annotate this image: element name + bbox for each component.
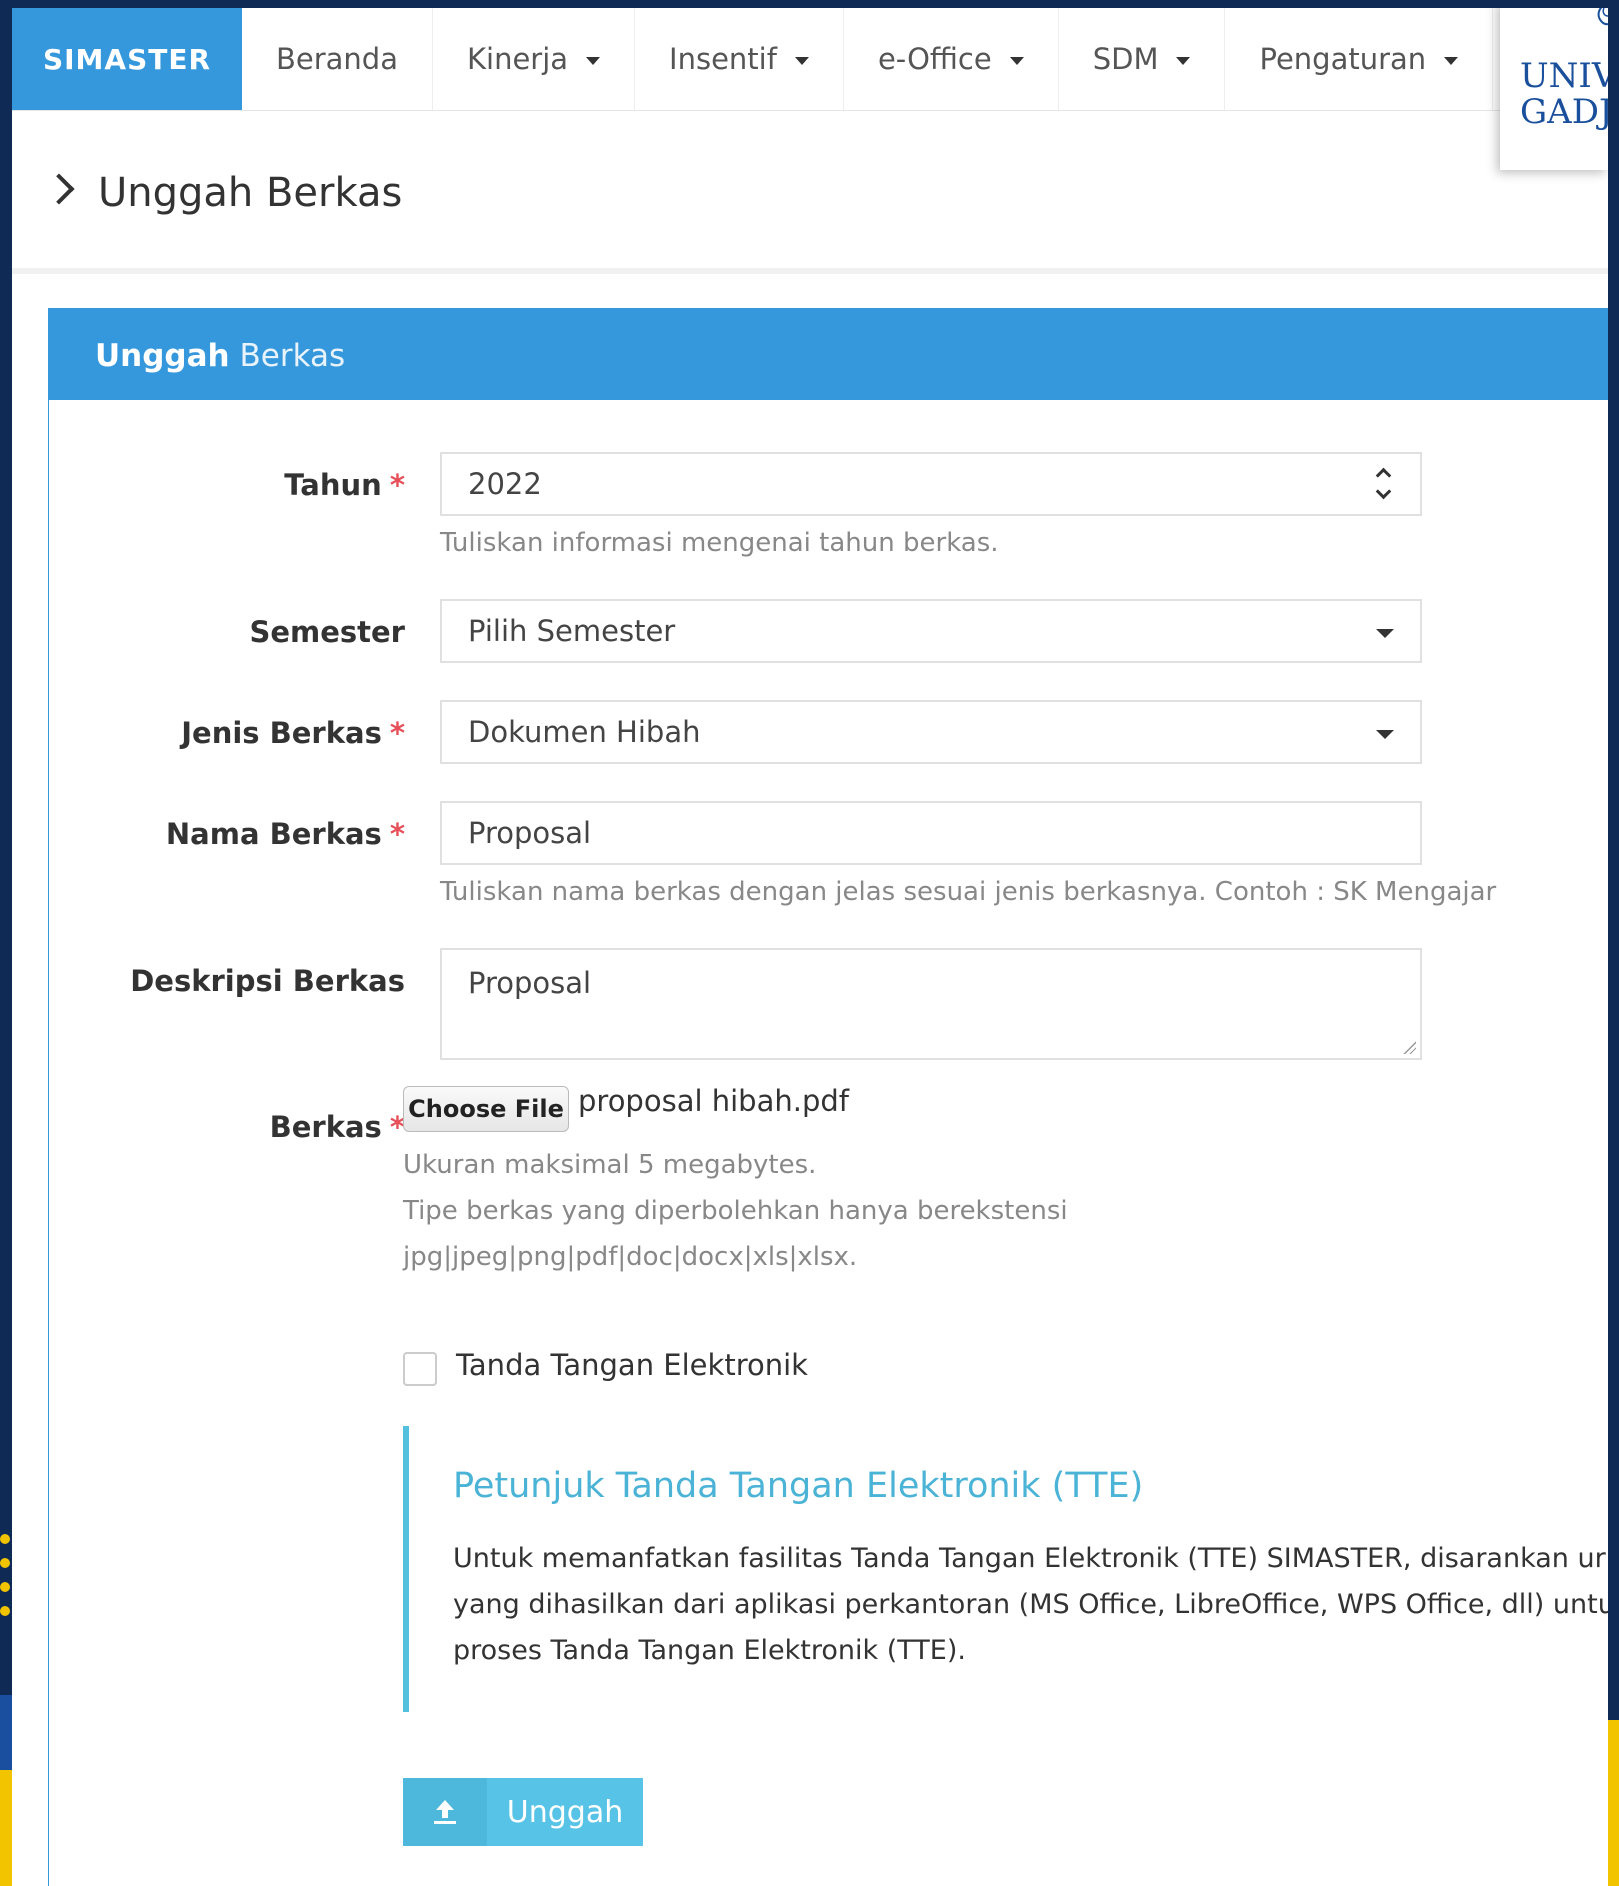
nav-eoffice[interactable]: e-Office [844, 8, 1059, 110]
choose-file-button[interactable]: Choose File [403, 1086, 569, 1132]
brand-logo[interactable]: SIMASTER [12, 8, 242, 110]
caret-down-icon [1376, 730, 1394, 739]
nav-sdm[interactable]: SDM [1059, 8, 1226, 110]
nama-berkas-input[interactable]: Proposal [440, 801, 1422, 865]
caret-down-icon [1176, 57, 1191, 65]
background-dots [0, 1520, 12, 1660]
seal-icon [1597, 8, 1608, 26]
berkas-help-size: Ukuran maksimal 5 megabytes. [403, 1150, 817, 1180]
nama-berkas-help: Tuliskan nama berkas dengan jelas sesuai… [440, 877, 1497, 907]
page-title: Unggah Berkas [98, 170, 403, 216]
nav-kinerja[interactable]: Kinerja [433, 8, 636, 110]
resize-handle-icon[interactable] [1402, 1040, 1416, 1054]
caret-down-icon [1444, 57, 1459, 65]
required-marker: * [389, 468, 405, 502]
portlet-title: Unggah Berkas [95, 338, 346, 374]
caret-down-icon [1376, 629, 1394, 638]
jenis-berkas-label: Jenis Berkas * [181, 716, 405, 750]
berkas-help-extensions: jpg|jpeg|png|pdf|doc|docx|xls|xlsx. [403, 1242, 858, 1272]
upload-icon [403, 1778, 487, 1846]
deskripsi-berkas-textarea[interactable]: Proposal [440, 948, 1422, 1060]
tahun-help: Tuliskan informasi mengenai tahun berkas… [440, 528, 999, 558]
nama-berkas-label: Nama Berkas * [165, 817, 405, 851]
chevron-right-icon [43, 173, 75, 205]
nav-pengaturan[interactable]: Pengaturan [1225, 8, 1494, 110]
caret-down-icon [794, 57, 809, 65]
logo-text: UNIV GADJ [1520, 56, 1608, 132]
page-header: Unggah Berkas [12, 110, 1608, 274]
caret-down-icon [586, 57, 601, 65]
selected-file-name: proposal hibah.pdf [578, 1084, 849, 1118]
note-body: Untuk memanfatkan fasilitas Tanda Tangan… [453, 1543, 1608, 1666]
tahun-label: Tahun * [284, 468, 405, 502]
required-marker: * [389, 817, 405, 851]
tte-note: Petunjuk Tanda Tangan Elektronik (TTE) U… [403, 1426, 1608, 1712]
app-window: SIMASTER Beranda Kinerja Insentif e-Offi… [12, 8, 1608, 1886]
required-marker: * [389, 716, 405, 750]
caret-down-icon [1009, 57, 1024, 65]
nav-insentif[interactable]: Insentif [635, 8, 844, 110]
deskripsi-berkas-label: Deskripsi Berkas [130, 964, 405, 998]
jenis-berkas-select[interactable]: Dokumen Hibah [440, 700, 1422, 764]
portlet-header: Unggah Berkas [49, 308, 1608, 400]
semester-select[interactable]: Pilih Semester [440, 599, 1422, 663]
top-navbar: SIMASTER Beranda Kinerja Insentif e-Offi… [12, 8, 1608, 111]
tte-checkbox[interactable] [403, 1352, 437, 1386]
university-logo: UNIV GADJ [1500, 8, 1608, 170]
berkas-label: Berkas * [269, 1110, 405, 1144]
upload-button-label: Unggah [506, 1794, 624, 1830]
upload-button[interactable]: Unggah [403, 1778, 643, 1846]
tte-checkbox-label[interactable]: Tanda Tangan Elektronik [456, 1348, 808, 1382]
berkas-help-type: Tipe berkas yang diperbolehkan hanya ber… [403, 1196, 1068, 1226]
nav-beranda[interactable]: Beranda [242, 8, 433, 110]
semester-label: Semester [249, 615, 405, 649]
tahun-input[interactable]: 2022 [440, 452, 1422, 516]
spinner-icon[interactable] [1376, 468, 1390, 500]
note-title: Petunjuk Tanda Tangan Elektronik (TTE) [453, 1466, 1144, 1506]
